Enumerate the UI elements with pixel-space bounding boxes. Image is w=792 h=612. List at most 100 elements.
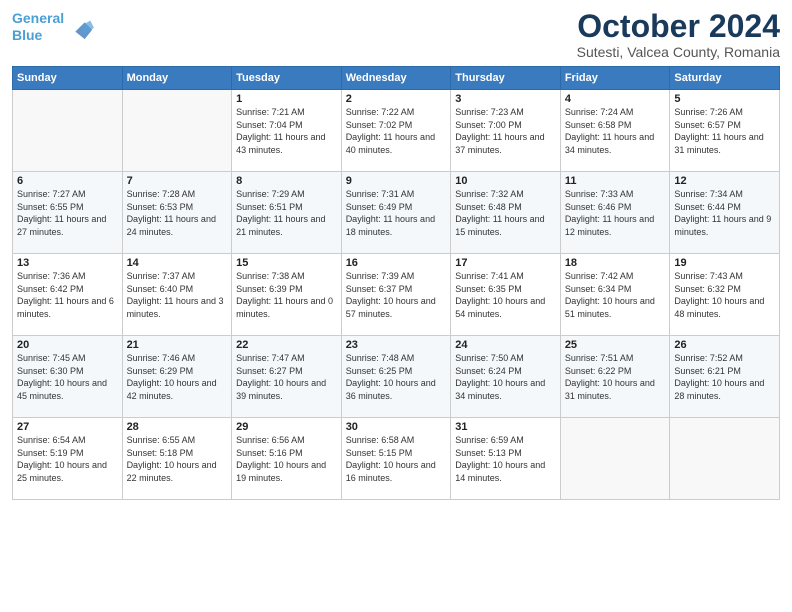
- day-number: 12: [674, 175, 775, 187]
- col-header-wednesday: Wednesday: [341, 67, 451, 90]
- calendar-cell: 24Sunrise: 7:50 AMSunset: 6:24 PMDayligh…: [451, 336, 561, 418]
- day-info: Sunrise: 7:50 AMSunset: 6:24 PMDaylight:…: [455, 352, 556, 402]
- day-number: 10: [455, 175, 556, 187]
- day-number: 6: [17, 175, 118, 187]
- calendar-cell: 4Sunrise: 7:24 AMSunset: 6:58 PMDaylight…: [560, 90, 670, 172]
- day-info: Sunrise: 7:36 AMSunset: 6:42 PMDaylight:…: [17, 270, 118, 320]
- day-number: 11: [565, 175, 666, 187]
- col-header-sunday: Sunday: [13, 67, 123, 90]
- calendar-cell: 10Sunrise: 7:32 AMSunset: 6:48 PMDayligh…: [451, 172, 561, 254]
- day-number: 7: [127, 175, 228, 187]
- day-number: 15: [236, 257, 337, 269]
- day-info: Sunrise: 7:51 AMSunset: 6:22 PMDaylight:…: [565, 352, 666, 402]
- day-info: Sunrise: 7:41 AMSunset: 6:35 PMDaylight:…: [455, 270, 556, 320]
- day-number: 27: [17, 421, 118, 433]
- day-info: Sunrise: 7:52 AMSunset: 6:21 PMDaylight:…: [674, 352, 775, 402]
- day-info: Sunrise: 7:46 AMSunset: 6:29 PMDaylight:…: [127, 352, 228, 402]
- day-number: 30: [346, 421, 447, 433]
- calendar-cell: 19Sunrise: 7:43 AMSunset: 6:32 PMDayligh…: [670, 254, 780, 336]
- logo-line2: Blue: [12, 27, 42, 43]
- calendar-header-row: SundayMondayTuesdayWednesdayThursdayFrid…: [13, 67, 780, 90]
- calendar-cell: 15Sunrise: 7:38 AMSunset: 6:39 PMDayligh…: [232, 254, 342, 336]
- day-info: Sunrise: 7:28 AMSunset: 6:53 PMDaylight:…: [127, 188, 228, 238]
- calendar-cell: 14Sunrise: 7:37 AMSunset: 6:40 PMDayligh…: [122, 254, 232, 336]
- calendar-cell: 8Sunrise: 7:29 AMSunset: 6:51 PMDaylight…: [232, 172, 342, 254]
- day-number: 2: [346, 93, 447, 105]
- day-number: 16: [346, 257, 447, 269]
- calendar-cell: 21Sunrise: 7:46 AMSunset: 6:29 PMDayligh…: [122, 336, 232, 418]
- day-number: 28: [127, 421, 228, 433]
- calendar-cell: 28Sunrise: 6:55 AMSunset: 5:18 PMDayligh…: [122, 418, 232, 500]
- calendar-week-row: 1Sunrise: 7:21 AMSunset: 7:04 PMDaylight…: [13, 90, 780, 172]
- day-number: 5: [674, 93, 775, 105]
- calendar-cell: 1Sunrise: 7:21 AMSunset: 7:04 PMDaylight…: [232, 90, 342, 172]
- day-number: 9: [346, 175, 447, 187]
- calendar-cell: 29Sunrise: 6:56 AMSunset: 5:16 PMDayligh…: [232, 418, 342, 500]
- calendar-cell: 16Sunrise: 7:39 AMSunset: 6:37 PMDayligh…: [341, 254, 451, 336]
- calendar-week-row: 27Sunrise: 6:54 AMSunset: 5:19 PMDayligh…: [13, 418, 780, 500]
- calendar-cell: 17Sunrise: 7:41 AMSunset: 6:35 PMDayligh…: [451, 254, 561, 336]
- calendar-cell: 12Sunrise: 7:34 AMSunset: 6:44 PMDayligh…: [670, 172, 780, 254]
- col-header-saturday: Saturday: [670, 67, 780, 90]
- day-info: Sunrise: 7:38 AMSunset: 6:39 PMDaylight:…: [236, 270, 337, 320]
- logo-text: General Blue: [12, 10, 64, 44]
- day-number: 8: [236, 175, 337, 187]
- col-header-friday: Friday: [560, 67, 670, 90]
- logo-icon: [66, 13, 94, 41]
- logo: General Blue: [12, 10, 94, 44]
- day-info: Sunrise: 7:33 AMSunset: 6:46 PMDaylight:…: [565, 188, 666, 238]
- day-number: 17: [455, 257, 556, 269]
- calendar-cell: [670, 418, 780, 500]
- day-info: Sunrise: 7:32 AMSunset: 6:48 PMDaylight:…: [455, 188, 556, 238]
- day-number: 19: [674, 257, 775, 269]
- col-header-monday: Monday: [122, 67, 232, 90]
- calendar-cell: 13Sunrise: 7:36 AMSunset: 6:42 PMDayligh…: [13, 254, 123, 336]
- calendar-cell: 23Sunrise: 7:48 AMSunset: 6:25 PMDayligh…: [341, 336, 451, 418]
- day-info: Sunrise: 7:31 AMSunset: 6:49 PMDaylight:…: [346, 188, 447, 238]
- day-info: Sunrise: 7:27 AMSunset: 6:55 PMDaylight:…: [17, 188, 118, 238]
- calendar-cell: 22Sunrise: 7:47 AMSunset: 6:27 PMDayligh…: [232, 336, 342, 418]
- day-info: Sunrise: 7:22 AMSunset: 7:02 PMDaylight:…: [346, 106, 447, 156]
- day-number: 22: [236, 339, 337, 351]
- col-header-thursday: Thursday: [451, 67, 561, 90]
- day-info: Sunrise: 7:43 AMSunset: 6:32 PMDaylight:…: [674, 270, 775, 320]
- day-number: 4: [565, 93, 666, 105]
- calendar-cell: 25Sunrise: 7:51 AMSunset: 6:22 PMDayligh…: [560, 336, 670, 418]
- calendar-cell: [13, 90, 123, 172]
- calendar-cell: 20Sunrise: 7:45 AMSunset: 6:30 PMDayligh…: [13, 336, 123, 418]
- day-info: Sunrise: 6:58 AMSunset: 5:15 PMDaylight:…: [346, 434, 447, 484]
- calendar-cell: 7Sunrise: 7:28 AMSunset: 6:53 PMDaylight…: [122, 172, 232, 254]
- calendar-cell: 2Sunrise: 7:22 AMSunset: 7:02 PMDaylight…: [341, 90, 451, 172]
- title-block: October 2024 Sutesti, Valcea County, Rom…: [577, 10, 780, 60]
- day-number: 29: [236, 421, 337, 433]
- calendar-cell: 30Sunrise: 6:58 AMSunset: 5:15 PMDayligh…: [341, 418, 451, 500]
- day-info: Sunrise: 6:56 AMSunset: 5:16 PMDaylight:…: [236, 434, 337, 484]
- month-title: October 2024: [577, 10, 780, 42]
- day-info: Sunrise: 7:39 AMSunset: 6:37 PMDaylight:…: [346, 270, 447, 320]
- day-number: 13: [17, 257, 118, 269]
- day-number: 26: [674, 339, 775, 351]
- calendar-cell: 3Sunrise: 7:23 AMSunset: 7:00 PMDaylight…: [451, 90, 561, 172]
- calendar-cell: 27Sunrise: 6:54 AMSunset: 5:19 PMDayligh…: [13, 418, 123, 500]
- day-number: 20: [17, 339, 118, 351]
- calendar-container: General Blue October 2024 Sutesti, Valce…: [0, 0, 792, 612]
- calendar-cell: 9Sunrise: 7:31 AMSunset: 6:49 PMDaylight…: [341, 172, 451, 254]
- calendar-cell: 18Sunrise: 7:42 AMSunset: 6:34 PMDayligh…: [560, 254, 670, 336]
- day-info: Sunrise: 7:42 AMSunset: 6:34 PMDaylight:…: [565, 270, 666, 320]
- calendar-cell: 6Sunrise: 7:27 AMSunset: 6:55 PMDaylight…: [13, 172, 123, 254]
- calendar-week-row: 13Sunrise: 7:36 AMSunset: 6:42 PMDayligh…: [13, 254, 780, 336]
- day-info: Sunrise: 7:29 AMSunset: 6:51 PMDaylight:…: [236, 188, 337, 238]
- day-info: Sunrise: 7:47 AMSunset: 6:27 PMDaylight:…: [236, 352, 337, 402]
- calendar-table: SundayMondayTuesdayWednesdayThursdayFrid…: [12, 66, 780, 500]
- day-number: 1: [236, 93, 337, 105]
- day-info: Sunrise: 6:59 AMSunset: 5:13 PMDaylight:…: [455, 434, 556, 484]
- day-number: 25: [565, 339, 666, 351]
- day-info: Sunrise: 6:55 AMSunset: 5:18 PMDaylight:…: [127, 434, 228, 484]
- day-info: Sunrise: 6:54 AMSunset: 5:19 PMDaylight:…: [17, 434, 118, 484]
- day-number: 14: [127, 257, 228, 269]
- logo-line1: General: [12, 10, 64, 26]
- day-number: 24: [455, 339, 556, 351]
- col-header-tuesday: Tuesday: [232, 67, 342, 90]
- calendar-week-row: 6Sunrise: 7:27 AMSunset: 6:55 PMDaylight…: [13, 172, 780, 254]
- day-number: 31: [455, 421, 556, 433]
